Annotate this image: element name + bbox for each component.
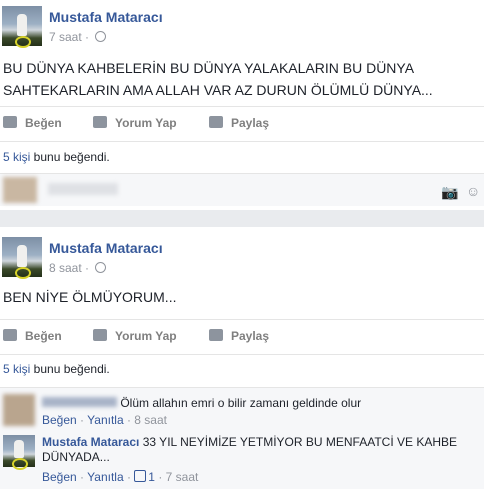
likes-summary: 5 kişi bunu beğendi. bbox=[3, 362, 110, 376]
comment-body: Ölüm allahın emri o bilir zamanı geldind… bbox=[42, 396, 482, 411]
share-button[interactable]: Paylaş bbox=[209, 329, 269, 343]
emoji-icon[interactable]: ☺ bbox=[466, 183, 480, 199]
like-button[interactable]: Beğen bbox=[3, 116, 62, 130]
comment-text: Ölüm allahın emri o bilir zamanı geldind… bbox=[120, 396, 362, 410]
likes-count-link[interactable]: 5 kişi bbox=[3, 362, 30, 376]
commenter-name-redacted[interactable] bbox=[42, 397, 117, 407]
commenter-avatar[interactable] bbox=[3, 394, 35, 426]
comment-placeholder[interactable] bbox=[48, 183, 118, 195]
share-arrow-icon bbox=[209, 329, 223, 341]
like-label: Beğen bbox=[25, 116, 62, 130]
share-button[interactable]: Paylaş bbox=[209, 116, 269, 130]
comment-icon bbox=[93, 116, 107, 128]
comment-like-link[interactable]: Beğen bbox=[42, 470, 77, 484]
comment-label: Yorum Yap bbox=[115, 329, 177, 343]
thumbs-up-icon bbox=[3, 116, 17, 128]
share-arrow-icon bbox=[209, 116, 223, 128]
post-author-name[interactable]: Mustafa Mataracı bbox=[49, 240, 163, 256]
likes-count-link[interactable]: 5 kişi bbox=[3, 150, 30, 164]
comment-likes-number: 1 bbox=[148, 470, 155, 484]
post-time-text[interactable]: 8 saat bbox=[49, 261, 82, 275]
post-actions-bar: Beğen Yorum Yap Paylaş bbox=[0, 106, 484, 142]
post-text: BEN NİYE ÖLMÜYORUM... bbox=[3, 289, 177, 305]
comment-icon bbox=[93, 329, 107, 341]
post-actions-bar: Beğen Yorum Yap Paylaş bbox=[0, 319, 484, 355]
share-label: Paylaş bbox=[231, 329, 270, 343]
comment-body: Mustafa Mataracı 33 YIL NEYİMİZE YETMİYO… bbox=[42, 435, 482, 465]
comment-button[interactable]: Yorum Yap bbox=[93, 329, 177, 343]
comment-actions: Beğen · Yanıtla · 8 saat bbox=[42, 413, 167, 427]
post-timestamp[interactable]: 7 saat · bbox=[49, 30, 107, 44]
likes-summary: 5 kişi bunu beğendi. bbox=[3, 150, 110, 164]
comment-reply-link[interactable]: Yanıtla bbox=[87, 470, 123, 484]
thumbs-up-icon bbox=[134, 470, 147, 482]
comment-input-bar[interactable]: 📷 ☺ bbox=[0, 173, 484, 206]
comment-likes-count[interactable]: 1 bbox=[134, 470, 155, 484]
camera-icon[interactable]: 📷 bbox=[441, 184, 458, 201]
commenter-name[interactable]: Mustafa Mataracı bbox=[42, 435, 139, 449]
likes-suffix: bunu beğendi. bbox=[30, 362, 110, 376]
commenter-avatar[interactable] bbox=[3, 435, 35, 470]
comment-time[interactable]: 8 saat bbox=[134, 413, 167, 427]
globe-icon bbox=[95, 31, 107, 42]
author-avatar[interactable] bbox=[2, 6, 42, 48]
post-author-name[interactable]: Mustafa Mataracı bbox=[49, 9, 163, 25]
post-card-2: Mustafa Mataracı 8 saat · BEN NİYE ÖLMÜY… bbox=[0, 227, 484, 489]
share-label: Paylaş bbox=[231, 116, 270, 130]
globe-icon bbox=[95, 262, 107, 273]
comment-like-link[interactable]: Beğen bbox=[42, 413, 77, 427]
author-avatar[interactable] bbox=[2, 237, 42, 279]
comment-time[interactable]: 7 saat bbox=[166, 470, 199, 484]
like-button[interactable]: Beğen bbox=[3, 329, 62, 343]
comment-button[interactable]: Yorum Yap bbox=[93, 116, 177, 130]
likes-suffix: bunu beğendi. bbox=[30, 150, 110, 164]
thumbs-up-icon bbox=[3, 329, 17, 341]
comment-actions: Beğen · Yanıtla · 1 · 7 saat bbox=[42, 470, 199, 484]
comments-section: Ölüm allahın emri o bilir zamanı geldind… bbox=[0, 387, 484, 489]
comment-label: Yorum Yap bbox=[115, 116, 177, 130]
post-card-1: Mustafa Mataracı 7 saat · BU DÜNYA KAHBE… bbox=[0, 0, 484, 210]
commenter-avatar bbox=[3, 177, 37, 203]
post-timestamp[interactable]: 8 saat · bbox=[49, 261, 107, 275]
comment-reply-link[interactable]: Yanıtla bbox=[87, 413, 123, 427]
like-label: Beğen bbox=[25, 329, 62, 343]
post-time-text[interactable]: 7 saat bbox=[49, 30, 82, 44]
post-text: BU DÜNYA KAHBELERİN BU DÜNYA YALAKALARIN… bbox=[3, 60, 433, 98]
